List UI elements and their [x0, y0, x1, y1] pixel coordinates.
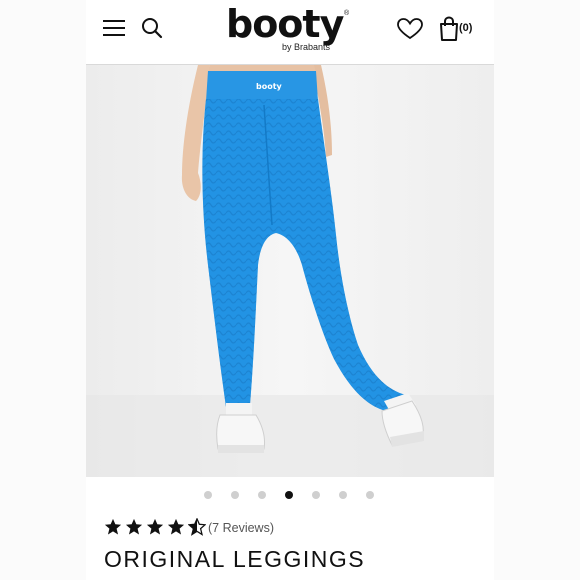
svg-text:booty: booty: [256, 82, 283, 91]
gallery-dot[interactable]: [312, 491, 320, 499]
star-full-icon: [125, 518, 143, 535]
star-full-icon: [104, 518, 122, 535]
registered-mark: ®: [344, 10, 350, 17]
search-icon[interactable]: [140, 16, 164, 40]
mobile-page: booty ® by Brabants (0) booty (7 Reviews…: [86, 0, 494, 580]
gallery-dot[interactable]: [366, 491, 374, 499]
gallery-dot[interactable]: [204, 491, 212, 499]
brand-logo[interactable]: booty ® by Brabants: [226, 2, 356, 54]
star-full-icon: [146, 518, 164, 535]
heart-icon[interactable]: [397, 18, 423, 40]
site-header: booty ® by Brabants (0): [86, 0, 494, 65]
cart-count[interactable]: (0): [459, 22, 472, 34]
page-margin-left: [0, 0, 86, 580]
gallery-dot[interactable]: [231, 491, 239, 499]
star-half-icon: [188, 518, 206, 536]
gallery-pagination: [86, 490, 494, 502]
gallery-dot[interactable]: [258, 491, 266, 499]
page-margin-right: [494, 0, 580, 580]
product-image[interactable]: booty: [86, 65, 494, 477]
gallery-dot[interactable]: [285, 491, 293, 499]
star-full-icon: [167, 518, 185, 535]
product-rating: (7 Reviews): [104, 518, 404, 538]
brand-name: booty: [226, 2, 344, 46]
brand-subtitle: by Brabants: [282, 42, 331, 52]
menu-icon[interactable]: [103, 18, 125, 38]
product-title: ORIGINAL LEGGINGS: [104, 546, 366, 572]
bag-icon[interactable]: [438, 16, 460, 42]
reviews-link[interactable]: (7 Reviews): [208, 521, 274, 535]
gallery-dot[interactable]: [339, 491, 347, 499]
